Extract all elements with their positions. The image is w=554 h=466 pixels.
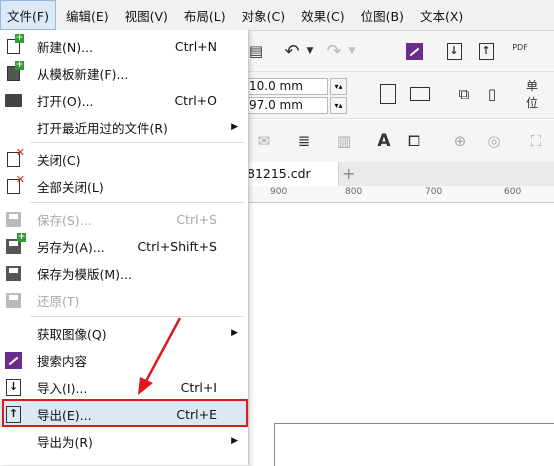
width-spinner[interactable]: ▾▴ bbox=[330, 78, 347, 95]
menu-item-label: 关闭(C) bbox=[37, 152, 81, 168]
menu-item-label: 保存(S)... bbox=[37, 212, 92, 228]
menu-view[interactable]: 视图(V) bbox=[119, 0, 174, 30]
menu-item-close[interactable]: ✕ 关闭(C) bbox=[0, 146, 248, 172]
add-tab-icon[interactable]: + bbox=[342, 164, 355, 183]
menu-item-label: 还原(T) bbox=[37, 293, 80, 309]
current-page-icon[interactable]: ▯ bbox=[482, 84, 502, 104]
landscape-icon[interactable] bbox=[410, 87, 430, 101]
publish-pdf-icon[interactable]: PDF bbox=[510, 37, 530, 57]
nodes-icon[interactable]: ⧠ bbox=[404, 131, 424, 151]
menu-item-open[interactable]: 打开(O)... Ctrl+O bbox=[0, 87, 248, 113]
menu-effects[interactable]: 效果(C) bbox=[295, 0, 350, 30]
menu-item-label: 另存为(A)... bbox=[37, 239, 105, 255]
property-bar: 10.0 mm ▾▴ 97.0 mm ▾▴ ⧉ ▯ 单位 bbox=[244, 72, 554, 119]
menu-object[interactable]: 对象(C) bbox=[236, 0, 291, 30]
menu-edit[interactable]: 编辑(E) bbox=[60, 0, 115, 30]
menu-item-shortcut: Ctrl+S bbox=[176, 211, 217, 227]
save-as-template-icon bbox=[3, 263, 24, 283]
menu-item-new-from-template[interactable]: + 从模板新建(F)... bbox=[0, 60, 248, 86]
menu-item-label: 搜索内容 bbox=[37, 353, 88, 369]
units-label[interactable]: 单位 bbox=[526, 79, 546, 110]
menu-file[interactable]: 文件(F) bbox=[0, 0, 56, 30]
import-icon: ↓ bbox=[3, 377, 24, 397]
menu-item-label: 获取图像(Q) bbox=[37, 326, 107, 342]
menu-item-search-content[interactable]: 搜索内容 bbox=[0, 347, 248, 373]
search-content-icon[interactable] bbox=[404, 41, 424, 61]
page-border bbox=[274, 423, 554, 466]
menu-item-import[interactable]: ↓ 导入(I)... Ctrl+I bbox=[0, 374, 248, 400]
document-tab-bar: 81215.cdr + bbox=[244, 162, 554, 187]
save-as-icon: + bbox=[3, 232, 26, 256]
menu-item-label: 打开(O)... bbox=[37, 93, 94, 109]
menu-item-acquire-image[interactable]: 获取图像(Q) ▶ bbox=[0, 320, 248, 346]
text-style-icon[interactable]: A bbox=[374, 131, 394, 151]
ruler-tick: 900 bbox=[270, 187, 288, 197]
menu-item-shortcut: Ctrl+I bbox=[180, 379, 217, 395]
ruler-tick: 700 bbox=[425, 187, 443, 197]
undo-icon[interactable]: ↶ bbox=[282, 41, 302, 62]
height-field[interactable]: 97.0 mm bbox=[246, 97, 328, 114]
menu-item-open-recent[interactable]: 打开最近用过的文件(R) ▶ bbox=[0, 114, 248, 140]
menu-separator bbox=[30, 202, 244, 203]
new-document-icon: + bbox=[3, 33, 24, 56]
menu-item-save-as[interactable]: + 另存为(A)... Ctrl+Shift+S bbox=[0, 232, 248, 259]
close-document-icon: ✕ bbox=[3, 146, 25, 169]
menu-item-save[interactable]: 保存(S)... Ctrl+S bbox=[0, 206, 248, 232]
export-icon[interactable]: ↑ bbox=[476, 41, 496, 61]
chevron-down-icon[interactable]: ▼ bbox=[342, 41, 362, 61]
save-icon bbox=[3, 209, 24, 229]
close-all-icon: ✕ bbox=[3, 173, 25, 196]
menu-text[interactable]: 文本(X) bbox=[414, 0, 469, 30]
menu-item-label: 导入(I)... bbox=[37, 380, 88, 396]
menu-item-new[interactable]: + 新建(N)... Ctrl+N bbox=[0, 33, 248, 59]
submenu-arrow-icon: ▶ bbox=[231, 122, 238, 132]
open-folder-icon bbox=[3, 90, 24, 110]
paste-icon[interactable]: ▤ bbox=[246, 41, 266, 61]
paragraph-icon[interactable]: ≣ bbox=[294, 131, 314, 151]
menu-item-label: 全部关闭(L) bbox=[37, 179, 104, 195]
menu-bitmap[interactable]: 位图(B) bbox=[355, 0, 410, 30]
submenu-arrow-icon: ▶ bbox=[231, 328, 238, 338]
all-pages-icon[interactable]: ⧉ bbox=[454, 84, 474, 104]
menu-item-shortcut: Ctrl+O bbox=[174, 92, 217, 108]
menu-layout[interactable]: 布局(L) bbox=[178, 0, 232, 30]
menu-separator bbox=[30, 142, 244, 143]
menu-item-shortcut: Ctrl+N bbox=[174, 38, 217, 54]
transform-icon[interactable]: ⛶ bbox=[526, 131, 546, 151]
search-content-icon bbox=[3, 350, 24, 370]
menu-item-label: 导出为(R) bbox=[37, 434, 93, 450]
menu-bar: 文件(F) 编辑(E) 视图(V) 布局(L) 对象(C) 效果(C) 位图(B… bbox=[0, 0, 554, 31]
horizontal-ruler[interactable]: 900 800 700 600 bbox=[244, 186, 554, 203]
import-icon[interactable]: ↓ bbox=[444, 41, 464, 61]
envelope-icon[interactable]: ✉ bbox=[254, 131, 274, 151]
document-tab[interactable]: 81215.cdr bbox=[244, 162, 339, 186]
menu-item-save-as-template[interactable]: 保存为模版(M)... bbox=[0, 260, 248, 286]
menu-item-label: 保存为模版(M)... bbox=[37, 266, 132, 282]
menu-item-export-as[interactable]: 导出为(R) ▶ bbox=[0, 428, 248, 454]
revert-icon bbox=[3, 290, 24, 310]
align-icon[interactable]: ⊕ bbox=[450, 131, 470, 151]
submenu-arrow-icon: ▶ bbox=[231, 436, 238, 446]
menu-item-label: 从模板新建(F)... bbox=[37, 66, 129, 82]
menu-item-close-all[interactable]: ✕ 全部关闭(L) bbox=[0, 173, 248, 199]
chevron-down-icon[interactable]: ▼ bbox=[300, 41, 320, 61]
text-toolbar: ✉ ≣ ▥ A ⧠ ⊕ ◎ ⛶ bbox=[244, 120, 554, 163]
menu-separator bbox=[30, 316, 244, 317]
portrait-icon[interactable] bbox=[380, 84, 396, 104]
menu-item-label: 新建(N)... bbox=[37, 39, 94, 55]
standard-toolbar: ▤ ↶ ▼ ↷ ▼ ↓ ↑ PDF bbox=[244, 31, 554, 72]
ruler-tick: 800 bbox=[345, 187, 363, 197]
menu-item-shortcut: Ctrl+Shift+S bbox=[137, 238, 217, 254]
width-field[interactable]: 10.0 mm bbox=[246, 78, 328, 95]
new-from-template-icon: + bbox=[3, 60, 24, 83]
shape-icon[interactable]: ◎ bbox=[484, 131, 504, 151]
menu-item-revert[interactable]: 还原(T) bbox=[0, 287, 248, 313]
redo-icon[interactable]: ↷ bbox=[324, 41, 344, 62]
annotation-highlight-box bbox=[2, 399, 248, 427]
columns-icon[interactable]: ▥ bbox=[334, 131, 354, 151]
height-spinner[interactable]: ▾▴ bbox=[330, 97, 347, 114]
menu-item-label: 打开最近用过的文件(R) bbox=[37, 120, 168, 136]
ruler-tick: 600 bbox=[504, 187, 522, 197]
